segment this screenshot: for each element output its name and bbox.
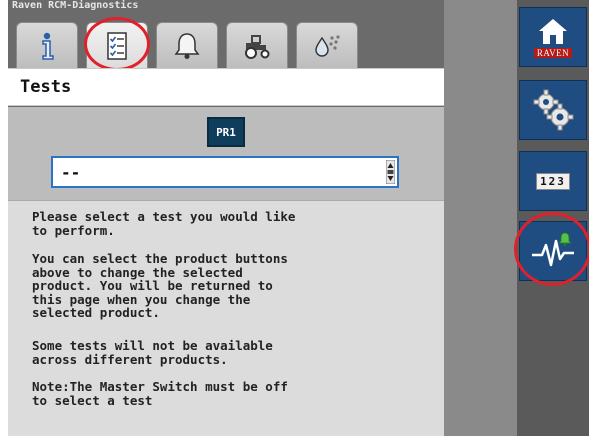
tab-info[interactable] bbox=[16, 22, 78, 68]
instruction-paragraph: You can select the product buttons above… bbox=[32, 251, 288, 320]
tab-product[interactable] bbox=[296, 22, 358, 68]
home-button[interactable]: RAVEN bbox=[519, 7, 587, 67]
diagnostics-button[interactable] bbox=[519, 221, 587, 281]
spinner-icon[interactable] bbox=[386, 160, 395, 184]
main-panel: Raven RCM-Diagnostics Tests PR1 -- Pleas… bbox=[8, 0, 444, 436]
raven-logo-label: RAVEN bbox=[533, 47, 573, 58]
diagnostics-pulse-icon bbox=[532, 232, 574, 267]
tab-tests[interactable] bbox=[86, 22, 148, 68]
app-title: Raven RCM-Diagnostics bbox=[12, 0, 139, 11]
test-select-value: -- bbox=[61, 163, 81, 182]
tractor-icon bbox=[245, 34, 270, 59]
instruction-paragraph: Please select a test you would like to p… bbox=[32, 209, 296, 238]
page-title: Tests bbox=[20, 77, 72, 97]
instruction-paragraph: Note:The Master Switch must be off to se… bbox=[32, 379, 288, 408]
page-header: Tests bbox=[8, 68, 444, 106]
product-button[interactable]: PR1 bbox=[207, 117, 245, 147]
numpad-button[interactable]: 123 bbox=[519, 151, 587, 211]
test-select-dropdown[interactable]: -- bbox=[51, 156, 399, 188]
selection-area: PR1 -- bbox=[8, 107, 444, 200]
instructions-panel: Please select a test you would like to p… bbox=[8, 200, 444, 436]
settings-button[interactable] bbox=[519, 80, 587, 140]
info-icon bbox=[42, 32, 54, 60]
instruction-paragraph: Some tests will not be available across … bbox=[32, 338, 273, 367]
tab-machine[interactable] bbox=[226, 22, 288, 68]
tab-alarms[interactable] bbox=[156, 22, 218, 68]
checklist-icon bbox=[107, 31, 127, 60]
bell-icon bbox=[174, 32, 200, 59]
numpad-icon: 123 bbox=[536, 172, 570, 190]
gears-icon bbox=[533, 89, 574, 131]
droplets-icon bbox=[315, 34, 340, 57]
screen: Raven RCM-Diagnostics Tests PR1 -- Pleas… bbox=[0, 0, 589, 436]
home-icon bbox=[539, 18, 567, 44]
